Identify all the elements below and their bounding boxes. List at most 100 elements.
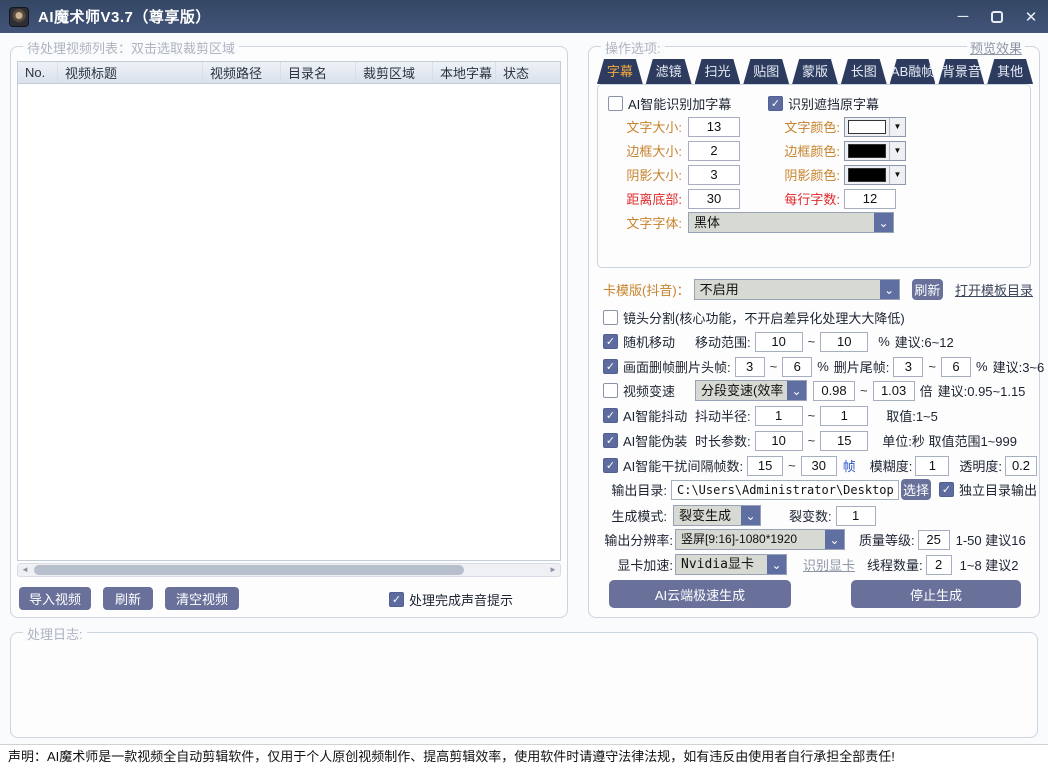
font-dropdown[interactable]: 黑体 ⌄ [688,212,894,233]
preview-effect-link[interactable]: 预览效果 [967,38,1025,57]
scroll-right-icon[interactable]: ► [546,564,560,576]
font-value: 黑体 [689,213,874,232]
interval-max-input[interactable]: 30 [801,456,837,476]
tab-sweep[interactable]: 扫光 [695,59,741,84]
tail-frames-max-input[interactable]: 6 [941,357,971,377]
duration-max-input[interactable]: 15 [820,431,868,451]
bottom-distance-input[interactable]: 30 [688,189,740,209]
shake-max-input[interactable]: 1 [820,406,868,426]
horizontal-scrollbar[interactable]: ◄ ► [17,563,561,577]
refresh-list-button[interactable]: 刷新 [103,587,153,610]
font-dropdown-arrow-icon[interactable]: ⌄ [874,213,893,232]
tab-other[interactable]: 其他 [987,59,1033,84]
tab-sticker[interactable]: 贴图 [743,59,789,84]
column-path[interactable]: 视频路径 [203,62,281,83]
text-size-input[interactable]: 13 [688,117,740,137]
resolution-arrow-icon[interactable]: ⌄ [825,530,844,549]
resolution-dropdown[interactable]: 竖屏[9:16]-1080*1920 ⌄ [675,529,845,550]
tab-bgm[interactable]: 背景音 [938,59,984,84]
frame-delete-checkbox[interactable]: ✓ [603,359,618,374]
tab-longimage[interactable]: 长图 [841,59,887,84]
head-frames-max-input[interactable]: 6 [782,357,812,377]
text-color-arrow-icon[interactable]: ▼ [889,118,905,136]
shadow-size-input[interactable]: 3 [688,165,740,185]
speed-min-input[interactable]: 0.98 [813,381,855,401]
shake-label: AI智能抖动 [623,406,695,425]
cloud-generate-button[interactable]: AI云端极速生成 [609,580,791,608]
scroll-left-icon[interactable]: ◄ [18,564,32,576]
minimize-button[interactable]: ─ [946,0,980,33]
speed-max-input[interactable]: 1.03 [873,381,915,401]
column-dir[interactable]: 目录名 [281,62,356,83]
shake-min-input[interactable]: 1 [755,406,803,426]
choose-dir-button[interactable]: 选择 [901,479,931,500]
interval-min-input[interactable]: 15 [747,456,783,476]
close-button[interactable]: ✕ [1014,0,1048,33]
clear-video-button[interactable]: 清空视频 [165,587,239,610]
speed-mode-arrow-icon[interactable]: ⌄ [787,381,806,400]
quality-input[interactable]: 25 [918,530,950,550]
text-color-dropdown[interactable]: ▼ [844,117,906,137]
interfere-checkbox[interactable]: ✓ [603,458,618,473]
sound-alert-checkbox[interactable]: ✓ [389,592,404,607]
output-dir-label: 输出目录: [603,480,667,499]
shake-radius-label: 抖动半径: [695,406,751,425]
open-template-dir-link[interactable]: 打开模板目录 [955,280,1033,299]
border-size-input[interactable]: 2 [688,141,740,161]
move-range-min-input[interactable]: 10 [755,332,803,352]
app-window: AI魔术师V3.7（尊享版） ─ ✕ 待处理视频列表：双击选取裁剪区域 No. … [0,0,1048,768]
column-title[interactable]: 视频标题 [58,62,203,83]
lens-split-checkbox[interactable] [603,310,618,325]
gpu-value: Nvidia显卡 [676,555,767,574]
shake-checkbox[interactable]: ✓ [603,408,618,423]
scrollbar-thumb[interactable] [34,565,464,575]
template-dropdown[interactable]: 不启用 ⌄ [694,279,900,300]
ai-subtitle-checkbox[interactable] [608,96,623,111]
tab-filter[interactable]: 滤镜 [646,59,692,84]
column-status[interactable]: 状态 [496,62,560,83]
tab-mask[interactable]: 蒙版 [792,59,838,84]
chars-per-line-input[interactable]: 12 [844,189,896,209]
opacity-input[interactable]: 0.2 [1005,456,1037,476]
template-refresh-button[interactable]: 刷新 [912,279,943,300]
gen-mode-arrow-icon[interactable]: ⌄ [741,506,760,525]
disguise-checkbox[interactable]: ✓ [603,433,618,448]
column-subtitle[interactable]: 本地字幕 [433,62,496,83]
sound-alert-option: ✓ 处理完成声音提示 [389,589,513,610]
independent-dir-checkbox[interactable]: ✓ [939,482,954,497]
column-crop[interactable]: 裁剪区域 [356,62,433,83]
template-dropdown-arrow-icon[interactable]: ⌄ [880,280,899,299]
gpu-dropdown[interactable]: Nvidia显卡 ⌄ [675,554,787,575]
head-frames-min-input[interactable]: 3 [735,357,765,377]
shadow-color-dropdown[interactable]: ▼ [844,165,906,185]
ai-subtitle-label: AI智能识别加字幕 [628,94,731,113]
move-range-max-input[interactable]: 10 [820,332,868,352]
detect-gpu-link[interactable]: 识别显卡 [803,555,855,574]
log-output-area[interactable] [15,641,1033,733]
speed-checkbox[interactable] [603,383,618,398]
stop-generate-button[interactable]: 停止生成 [851,580,1021,608]
shadow-color-arrow-icon[interactable]: ▼ [889,166,905,184]
gpu-arrow-icon[interactable]: ⌄ [767,555,786,574]
border-color-arrow-icon[interactable]: ▼ [889,142,905,160]
app-logo-icon [9,7,29,27]
maximize-button[interactable] [980,0,1014,33]
tail-frames-min-input[interactable]: 3 [893,357,923,377]
tab-abframe[interactable]: AB融帧 [890,59,936,84]
import-video-button[interactable]: 导入视频 [19,587,91,610]
column-no[interactable]: No. [18,62,58,83]
fission-count-input[interactable]: 1 [836,506,876,526]
threads-input[interactable]: 2 [926,555,952,575]
border-color-dropdown[interactable]: ▼ [844,141,906,161]
cover-subtitle-checkbox[interactable]: ✓ [768,96,783,111]
speed-mode-dropdown[interactable]: 分段变速(效率 ⌄ [695,380,807,401]
video-table-body[interactable] [18,84,560,560]
blur-input[interactable]: 1 [915,456,949,476]
border-size-row: 边框大小: 2 边框颜色: ▼ [618,140,1024,161]
disguise-row: ✓ AI智能伪装 时长参数: 10 ~ 15 单位:秒 取值范围1~999 [603,430,1035,451]
gen-mode-dropdown[interactable]: 裂变生成 ⌄ [673,505,761,526]
output-dir-input[interactable]: C:\Users\Administrator\Desktop [671,480,899,500]
tab-subtitle[interactable]: 字幕 [597,59,643,84]
random-move-checkbox[interactable]: ✓ [603,334,618,349]
duration-min-input[interactable]: 10 [755,431,803,451]
